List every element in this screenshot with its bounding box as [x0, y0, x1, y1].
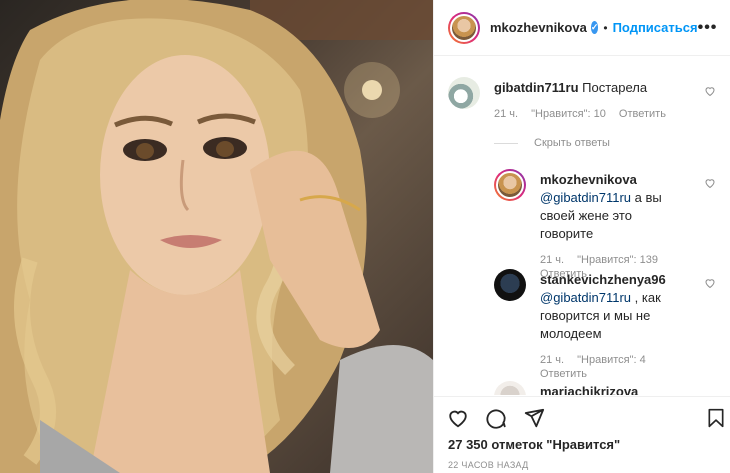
like-heart-icon[interactable] — [446, 407, 470, 429]
comment-text: Постарела — [582, 80, 648, 95]
more-options-icon[interactable]: ••• — [698, 19, 718, 37]
post-sidebar: mkozhevnikova ✓ • Подписаться ••• gibatd… — [433, 0, 730, 473]
reply-meta: 21 ч. "Нравится": 4 Ответить — [540, 353, 686, 381]
like-comment-heart-icon[interactable] — [704, 85, 716, 97]
comment-bubble-icon[interactable] — [484, 407, 508, 429]
reply-item: stankevichzhenya96 @gibatdin711ru , как … — [494, 269, 716, 381]
comments-list[interactable]: gibatdin711ru Постарела 21 ч. "Нравится"… — [434, 57, 730, 395]
reply-likes[interactable]: "Нравится": 4 — [577, 354, 646, 366]
like-reply-heart-icon[interactable] — [704, 177, 716, 189]
share-send-icon[interactable] — [522, 407, 546, 429]
reply-username[interactable]: mkozhevnikova — [540, 172, 637, 187]
reply-mention[interactable]: @gibatdin711ru — [540, 290, 631, 305]
reply-username[interactable]: mariachikrizova — [540, 384, 638, 395]
comment-likes[interactable]: "Нравится": 10 — [531, 108, 606, 120]
author-avatar[interactable] — [448, 11, 480, 44]
photo-illustration — [0, 0, 433, 473]
reply-button[interactable]: Ответить — [619, 108, 666, 120]
reply-avatar[interactable] — [494, 269, 526, 301]
comment-meta: 21 ч. "Нравится": 10 Ответить — [494, 107, 686, 121]
verified-badge-icon: ✓ — [590, 21, 599, 34]
hide-replies-label[interactable]: Скрыть ответы — [534, 137, 610, 149]
reply-likes[interactable]: "Нравится": 139 — [577, 254, 658, 266]
post-photo[interactable] — [0, 0, 433, 473]
reply-time[interactable]: 21 ч. — [540, 254, 564, 266]
follow-button[interactable]: Подписаться — [613, 20, 698, 35]
reply-avatar[interactable] — [494, 381, 526, 395]
replies-divider — [494, 142, 518, 144]
reply-reply-button[interactable]: Ответить — [540, 368, 587, 380]
reply-mention[interactable]: @gibatdin711ru — [540, 190, 631, 205]
hide-replies-toggle[interactable]: Скрыть ответы — [494, 137, 610, 149]
save-bookmark-icon[interactable] — [706, 407, 726, 429]
likes-count[interactable]: 27 350 отметок "Нравится" — [448, 437, 620, 452]
reply-username[interactable]: stankevichzhenya96 — [540, 272, 666, 287]
comment-time[interactable]: 21 ч. — [494, 108, 518, 120]
post-header: mkozhevnikova ✓ • Подписаться ••• — [434, 0, 730, 56]
comment-item: gibatdin711ru Постарела 21 ч. "Нравится"… — [448, 77, 716, 137]
reply-avatar[interactable] — [494, 169, 526, 201]
separator-dot: • — [603, 20, 608, 35]
commenter-avatar[interactable] — [448, 77, 480, 109]
post-timestamp[interactable]: 22 ЧАСОВ НАЗАД — [448, 460, 529, 470]
like-reply-heart-icon[interactable] — [704, 277, 716, 289]
post-actions-bar — [434, 396, 730, 436]
reply-time[interactable]: 21 ч. — [540, 354, 564, 366]
reply-item: mariachikrizova — [494, 381, 716, 395]
reply-item: mkozhevnikova @gibatdin711ru а вы своей … — [494, 169, 716, 280]
comment-username[interactable]: gibatdin711ru — [494, 80, 579, 95]
author-username[interactable]: mkozhevnikova — [490, 20, 587, 35]
